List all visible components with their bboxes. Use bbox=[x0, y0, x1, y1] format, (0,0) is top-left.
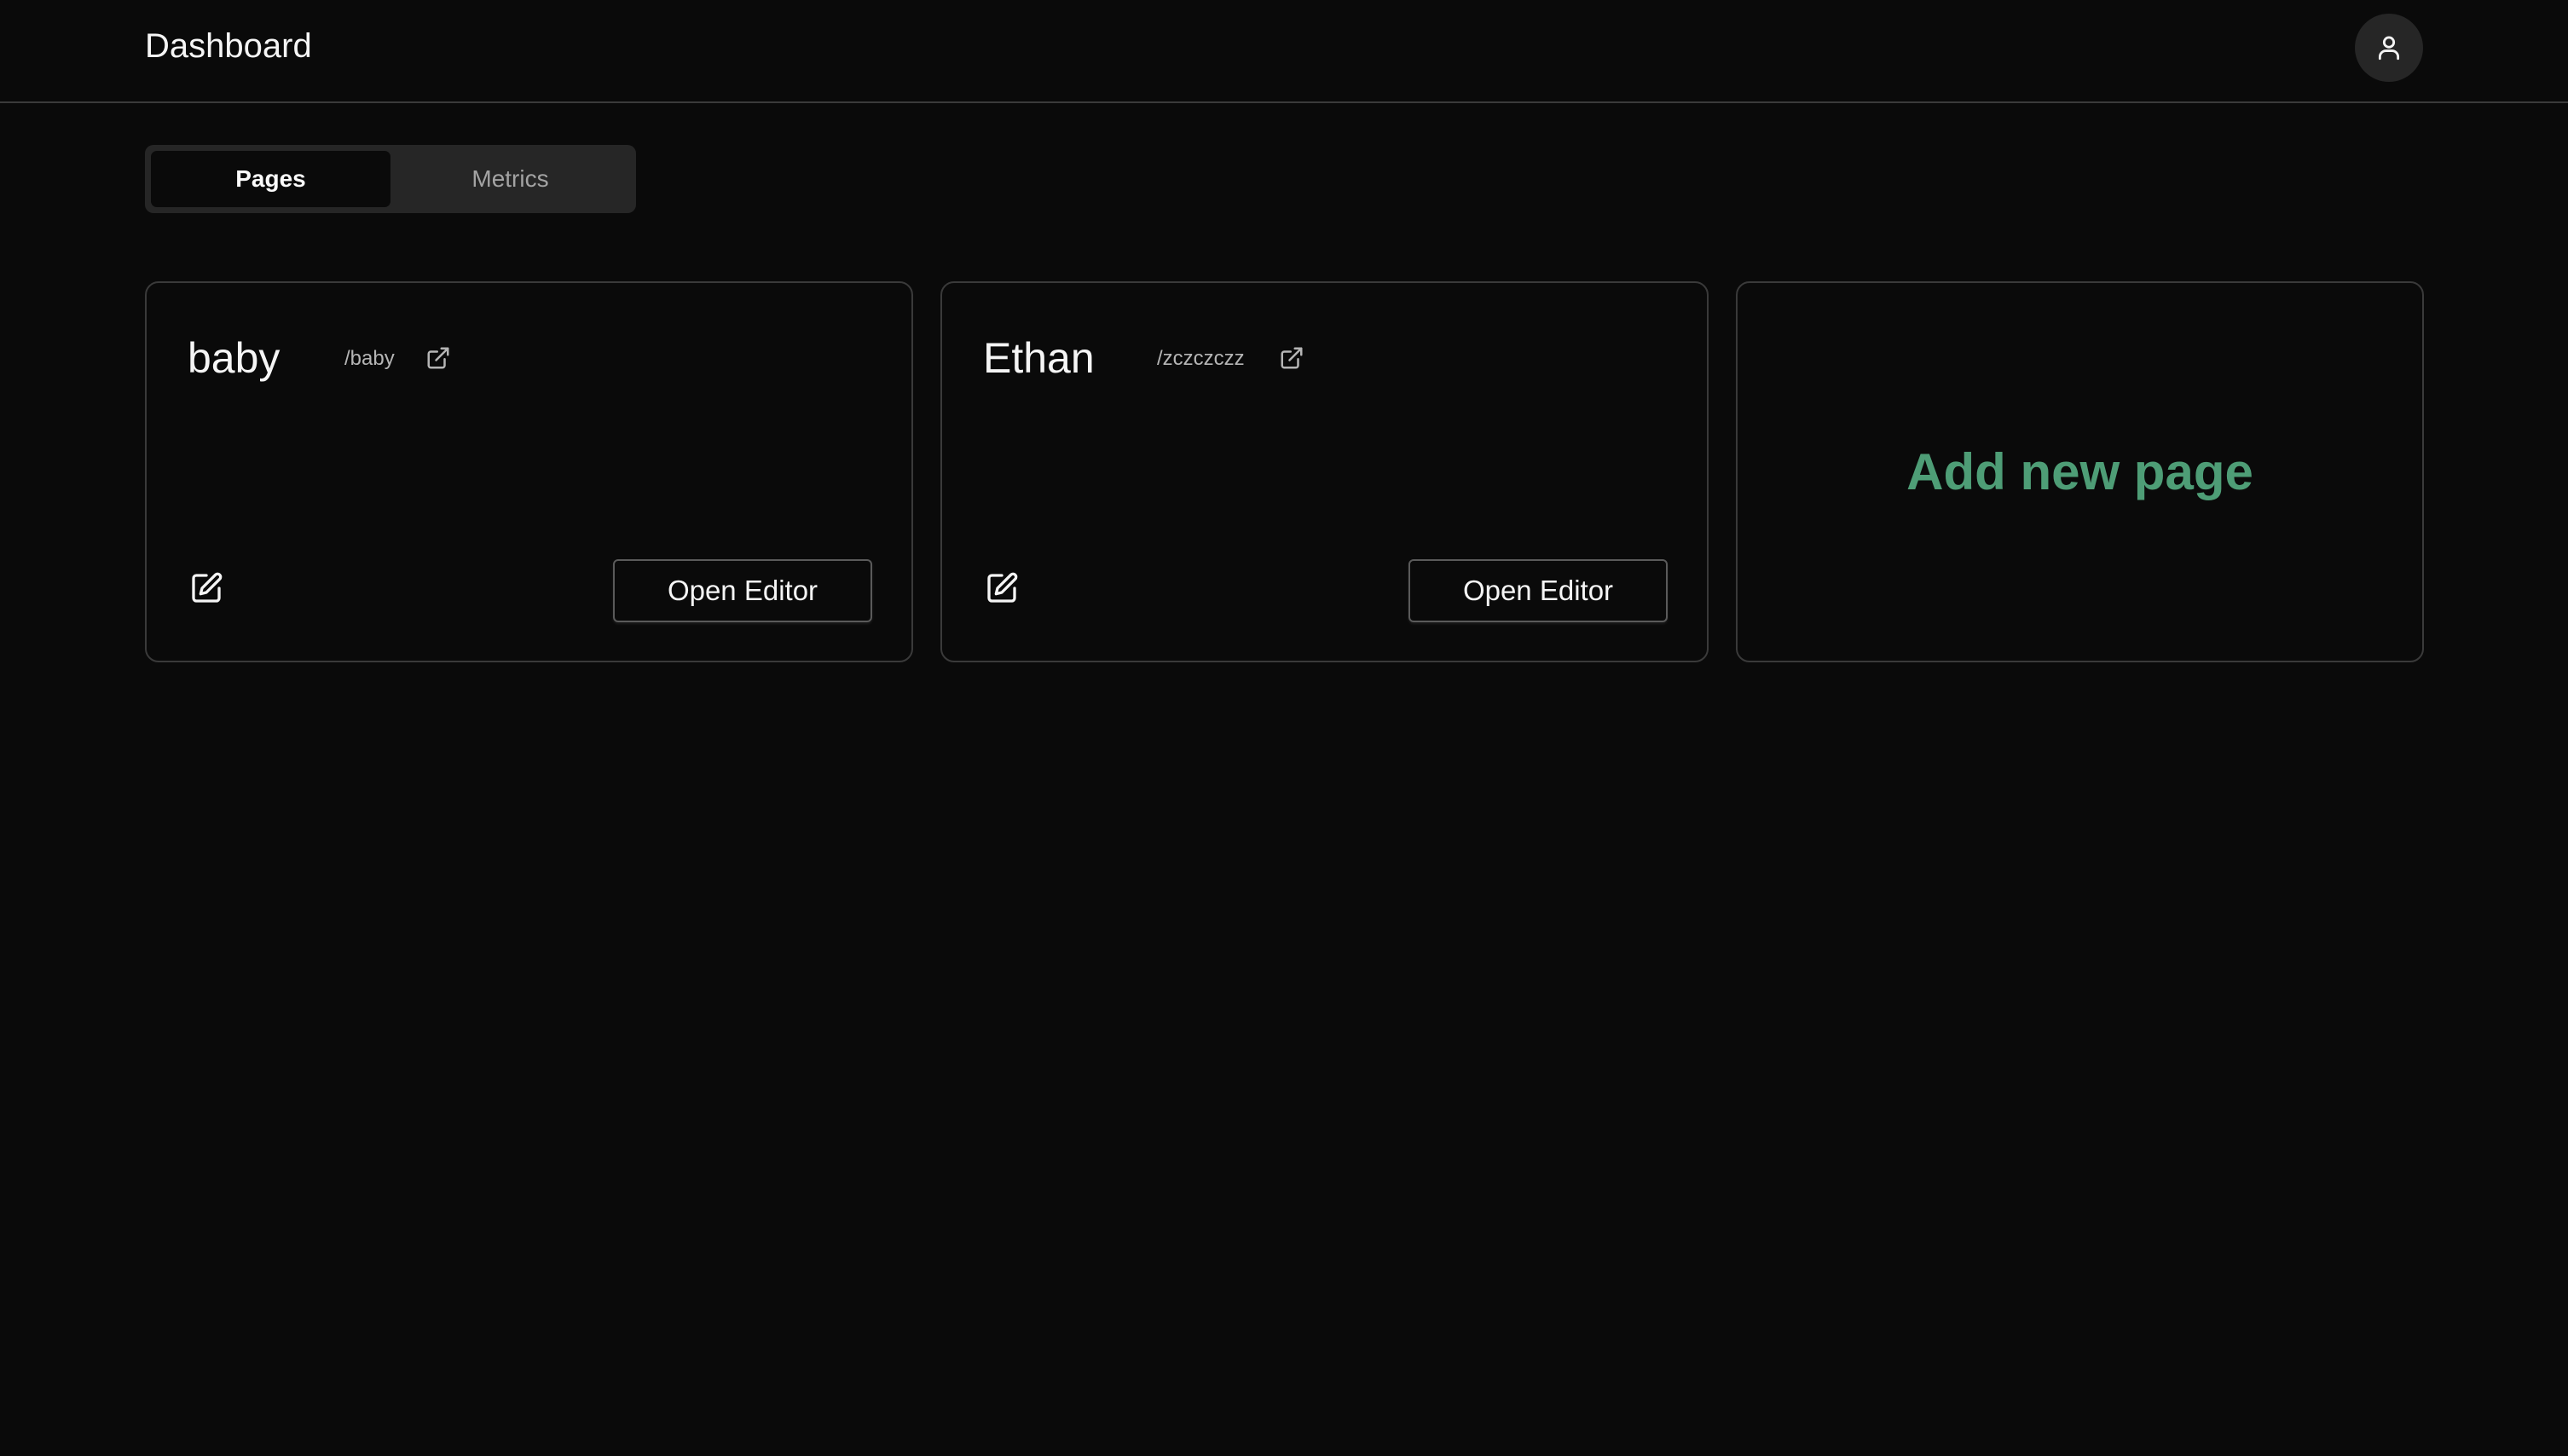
edit-icon[interactable] bbox=[983, 569, 1021, 607]
external-link-icon[interactable] bbox=[423, 343, 454, 373]
tab-metrics[interactable]: Metrics bbox=[390, 151, 630, 207]
tab-pages[interactable]: Pages bbox=[151, 151, 390, 207]
edit-icon[interactable] bbox=[188, 569, 225, 607]
add-new-page-card[interactable]: Add new page bbox=[1736, 281, 2424, 662]
page-card: Ethan /zczczczz Open Editor bbox=[940, 281, 1709, 662]
page-slug: /baby bbox=[344, 347, 395, 370]
add-new-page-label: Add new page bbox=[1906, 443, 2253, 500]
page-card: baby /baby Open Editor bbox=[145, 281, 913, 662]
user-avatar-button[interactable] bbox=[2355, 14, 2423, 82]
view-tabs: Pages Metrics bbox=[145, 145, 636, 213]
open-editor-button[interactable]: Open Editor bbox=[613, 559, 872, 622]
open-editor-button[interactable]: Open Editor bbox=[1408, 559, 1668, 622]
external-link-icon[interactable] bbox=[1276, 343, 1307, 373]
top-header: Dashboard bbox=[0, 0, 2568, 103]
page-name: baby bbox=[188, 334, 281, 382]
page-slug: /zczczczz bbox=[1157, 347, 1245, 370]
page-title: Dashboard bbox=[145, 27, 312, 65]
page-name: Ethan bbox=[983, 334, 1095, 382]
user-icon bbox=[2378, 36, 2400, 61]
